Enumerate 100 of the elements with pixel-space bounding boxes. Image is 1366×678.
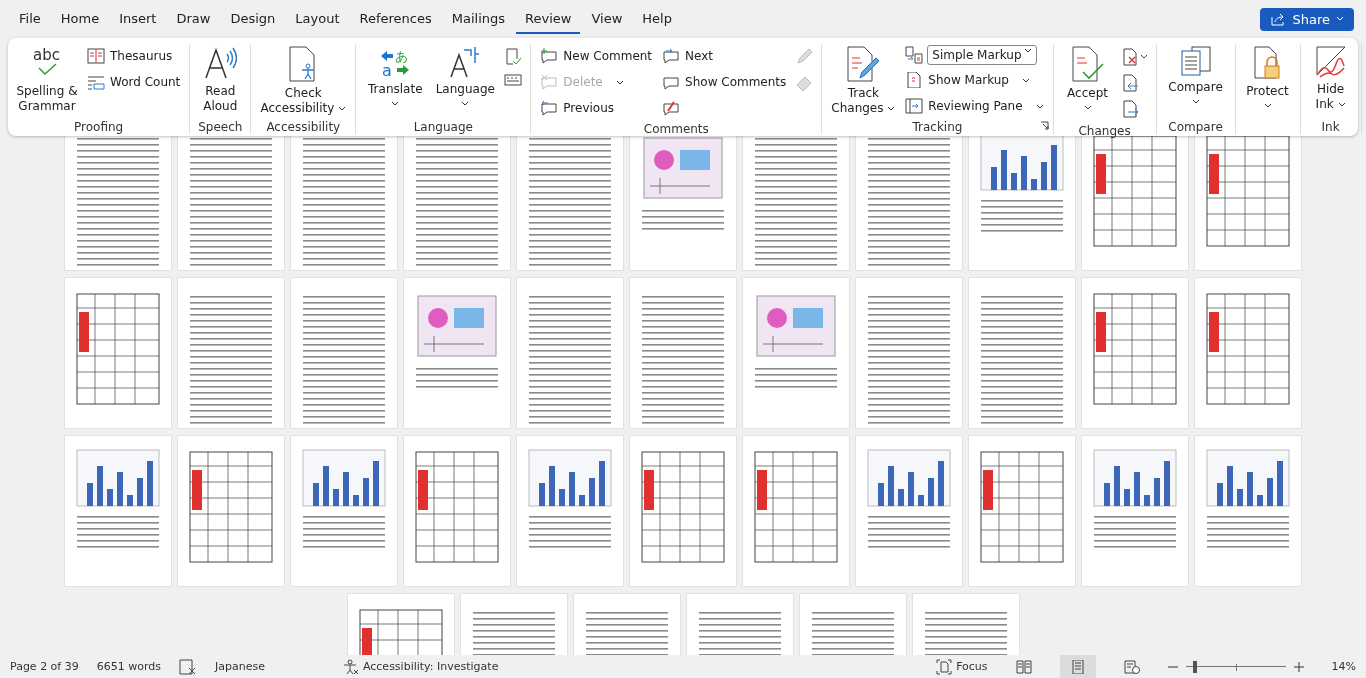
- page-thumbnail[interactable]: [1082, 436, 1188, 586]
- markup-icon: [905, 46, 924, 64]
- page-thumbnail[interactable]: [404, 278, 510, 428]
- page-thumbnail[interactable]: [856, 436, 962, 586]
- ribbon-tab[interactable]: Mailings: [442, 4, 515, 34]
- page-thumbnail[interactable]: [178, 436, 284, 586]
- focus-button[interactable]: Focus: [936, 658, 988, 675]
- language-status[interactable]: Japanese: [215, 660, 265, 673]
- word-count-button[interactable]: Word Count: [84, 70, 184, 94]
- page-thumbnail[interactable]: [856, 136, 962, 270]
- caret-icon: [1191, 99, 1200, 104]
- page-thumbnail[interactable]: [65, 436, 171, 586]
- group-label: Changes: [1078, 123, 1131, 138]
- page-count[interactable]: Page 2 of 39: [10, 660, 79, 673]
- page-thumbnail[interactable]: [517, 136, 623, 270]
- ribbon-tab[interactable]: Design: [221, 4, 285, 34]
- track-changes-button[interactable]: Track Changes: [828, 44, 899, 118]
- zoom-in-icon[interactable]: [1293, 661, 1304, 672]
- comment-button[interactable]: New Comment: [537, 44, 656, 68]
- comment-pen-icon[interactable]: [662, 100, 681, 116]
- proofing-icon[interactable]: [179, 658, 197, 675]
- compare-button[interactable]: Compare: [1162, 44, 1229, 106]
- page-thumbnail[interactable]: [969, 436, 1075, 586]
- web-layout-icon: [1123, 659, 1140, 674]
- dialog-launcher-icon[interactable]: [1039, 121, 1049, 130]
- document-check-icon[interactable]: [504, 48, 523, 66]
- page-thumbnail[interactable]: [517, 436, 623, 586]
- check-accessibility-button[interactable]: Check Accessibility: [257, 44, 350, 118]
- page-thumbnail[interactable]: [969, 278, 1075, 428]
- word-count-icon: [87, 74, 105, 90]
- page-thumbnail[interactable]: [404, 136, 510, 270]
- read-aloud-icon: [203, 46, 238, 80]
- page-thumbnail[interactable]: [630, 278, 736, 428]
- previous-change-icon[interactable]: [1121, 74, 1140, 92]
- language-button[interactable]: Language: [432, 44, 499, 108]
- page-thumbnail[interactable]: [969, 136, 1075, 270]
- hide-ink-button[interactable]: Hide Ink: [1306, 44, 1355, 114]
- caret-icon: [615, 79, 624, 85]
- pane-icon: [905, 98, 924, 114]
- page-thumbnail[interactable]: [1195, 436, 1301, 586]
- ribbon-tab[interactable]: View: [582, 4, 632, 34]
- ribbon-tab[interactable]: Draw: [167, 4, 220, 34]
- eraser-icon[interactable]: [795, 74, 814, 92]
- view-button[interactable]: [1059, 655, 1096, 678]
- page-thumbnail[interactable]: [1082, 278, 1188, 428]
- tracking-button[interactable]: Show Markup: [902, 68, 1047, 92]
- page-thumbnail[interactable]: [630, 436, 736, 586]
- page-thumbnail[interactable]: [178, 136, 284, 270]
- keyboard-icon[interactable]: [504, 74, 523, 86]
- reject-icon[interactable]: [1121, 48, 1148, 66]
- page-thumbnail[interactable]: [291, 436, 397, 586]
- thesaurus-button[interactable]: Thesaurus: [84, 44, 184, 68]
- ribbon-tab[interactable]: Help: [633, 4, 681, 34]
- markup-dropdown[interactable]: Simple Markup: [927, 45, 1038, 65]
- accessibility-status[interactable]: Accessibility: Investigate: [342, 658, 499, 675]
- caret-icon: [887, 106, 896, 111]
- page-thumbnail[interactable]: [404, 436, 510, 586]
- document-icon: [905, 72, 924, 88]
- page-thumbnail[interactable]: [743, 278, 849, 428]
- accept-button[interactable]: Accept: [1059, 44, 1116, 112]
- comment-button[interactable]: Next: [659, 44, 790, 68]
- comment-button[interactable]: Previous: [537, 96, 656, 120]
- page-thumbnail[interactable]: [1195, 278, 1301, 428]
- ribbon-tab[interactable]: Review: [516, 4, 581, 34]
- translate-button[interactable]: a あ Translate: [362, 44, 429, 108]
- share-button[interactable]: Share: [1260, 7, 1354, 31]
- document-pen-icon: [846, 46, 881, 82]
- page-thumbnail[interactable]: [65, 136, 171, 270]
- pen-icon[interactable]: [795, 48, 814, 66]
- comment-icon: [540, 100, 559, 116]
- ribbon-tab[interactable]: File: [10, 4, 50, 34]
- page-thumbnail[interactable]: [291, 278, 397, 428]
- protect-button[interactable]: Protect: [1241, 44, 1294, 110]
- book-icon: [87, 48, 105, 64]
- page-thumbnail[interactable]: [743, 136, 849, 270]
- zoom-level[interactable]: 14%: [1331, 660, 1356, 673]
- accessibility-icon: [342, 658, 359, 675]
- zoom-slider-thumb[interactable]: [1192, 660, 1197, 673]
- page-thumbnail[interactable]: [65, 278, 171, 428]
- page-thumbnail[interactable]: [1195, 136, 1301, 270]
- page-thumbnail[interactable]: [517, 278, 623, 428]
- word-count[interactable]: 6651 words: [96, 660, 161, 673]
- caret-icon: [1337, 102, 1346, 107]
- page-thumbnail[interactable]: [856, 278, 962, 428]
- page-thumbnail[interactable]: [1082, 136, 1188, 270]
- ribbon-tab[interactable]: Home: [51, 4, 109, 34]
- document-check-icon: [1070, 46, 1105, 82]
- page-thumbnail[interactable]: [630, 136, 736, 270]
- group-label: Ink: [1321, 119, 1340, 134]
- ribbon-tab[interactable]: Layout: [286, 4, 349, 34]
- tracking-button[interactable]: Reviewing Pane: [902, 94, 1047, 118]
- page-thumbnail[interactable]: [743, 436, 849, 586]
- spelling-grammar-button[interactable]: abc Spelling & Grammar: [14, 44, 80, 116]
- page-thumbnail[interactable]: [291, 136, 397, 270]
- ribbon-tab[interactable]: References: [350, 4, 441, 34]
- page-thumbnail[interactable]: [178, 278, 284, 428]
- read-aloud-button[interactable]: Read Aloud: [196, 44, 245, 116]
- ribbon-tab[interactable]: Insert: [110, 4, 166, 34]
- next-change-icon[interactable]: [1121, 100, 1140, 118]
- comment-button[interactable]: Show Comments: [659, 70, 790, 94]
